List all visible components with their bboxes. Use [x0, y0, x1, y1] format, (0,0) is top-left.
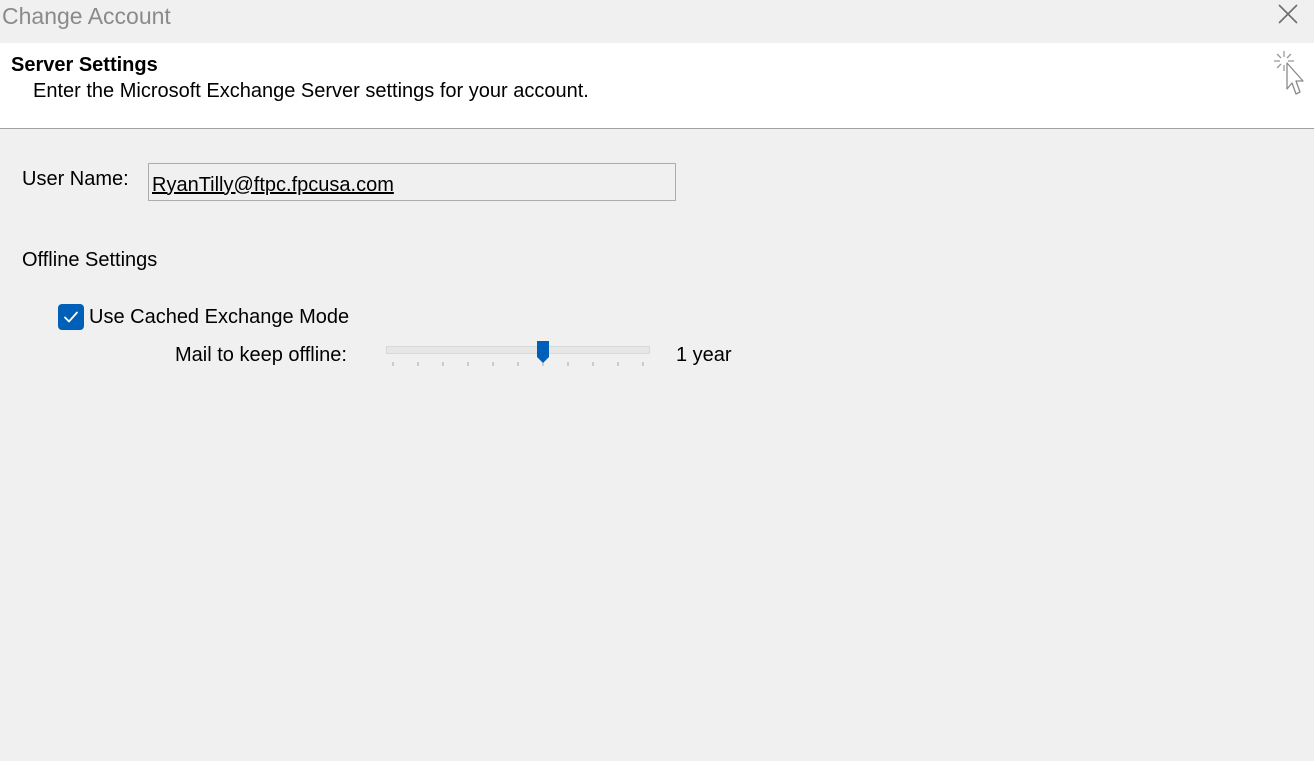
close-icon[interactable] [1272, 0, 1304, 30]
mail-offline-slider[interactable] [386, 338, 652, 372]
cached-mode-label[interactable]: Use Cached Exchange Mode [89, 306, 349, 329]
page-title: Server Settings [11, 54, 158, 76]
page-subtitle: Enter the Microsoft Exchange Server sett… [33, 80, 589, 102]
checkmark-icon [64, 311, 78, 323]
wizard-cursor-icon [1270, 47, 1310, 99]
window-title: Change Account [2, 3, 171, 29]
title-bar: Change Account [0, 0, 1314, 43]
offline-settings-label: Offline Settings [22, 249, 158, 271]
cached-mode-checkbox[interactable] [58, 304, 84, 330]
slider-ticks [392, 362, 644, 366]
mail-offline-label: Mail to keep offline: [175, 344, 347, 366]
user-name-field[interactable] [148, 163, 676, 201]
dialog-header: Server Settings Enter the Microsoft Exch… [0, 43, 1314, 129]
slider-track [386, 346, 650, 354]
mail-offline-value: 1 year [676, 344, 732, 366]
slider-thumb[interactable] [536, 340, 550, 364]
user-name-label: User Name: [22, 168, 129, 190]
